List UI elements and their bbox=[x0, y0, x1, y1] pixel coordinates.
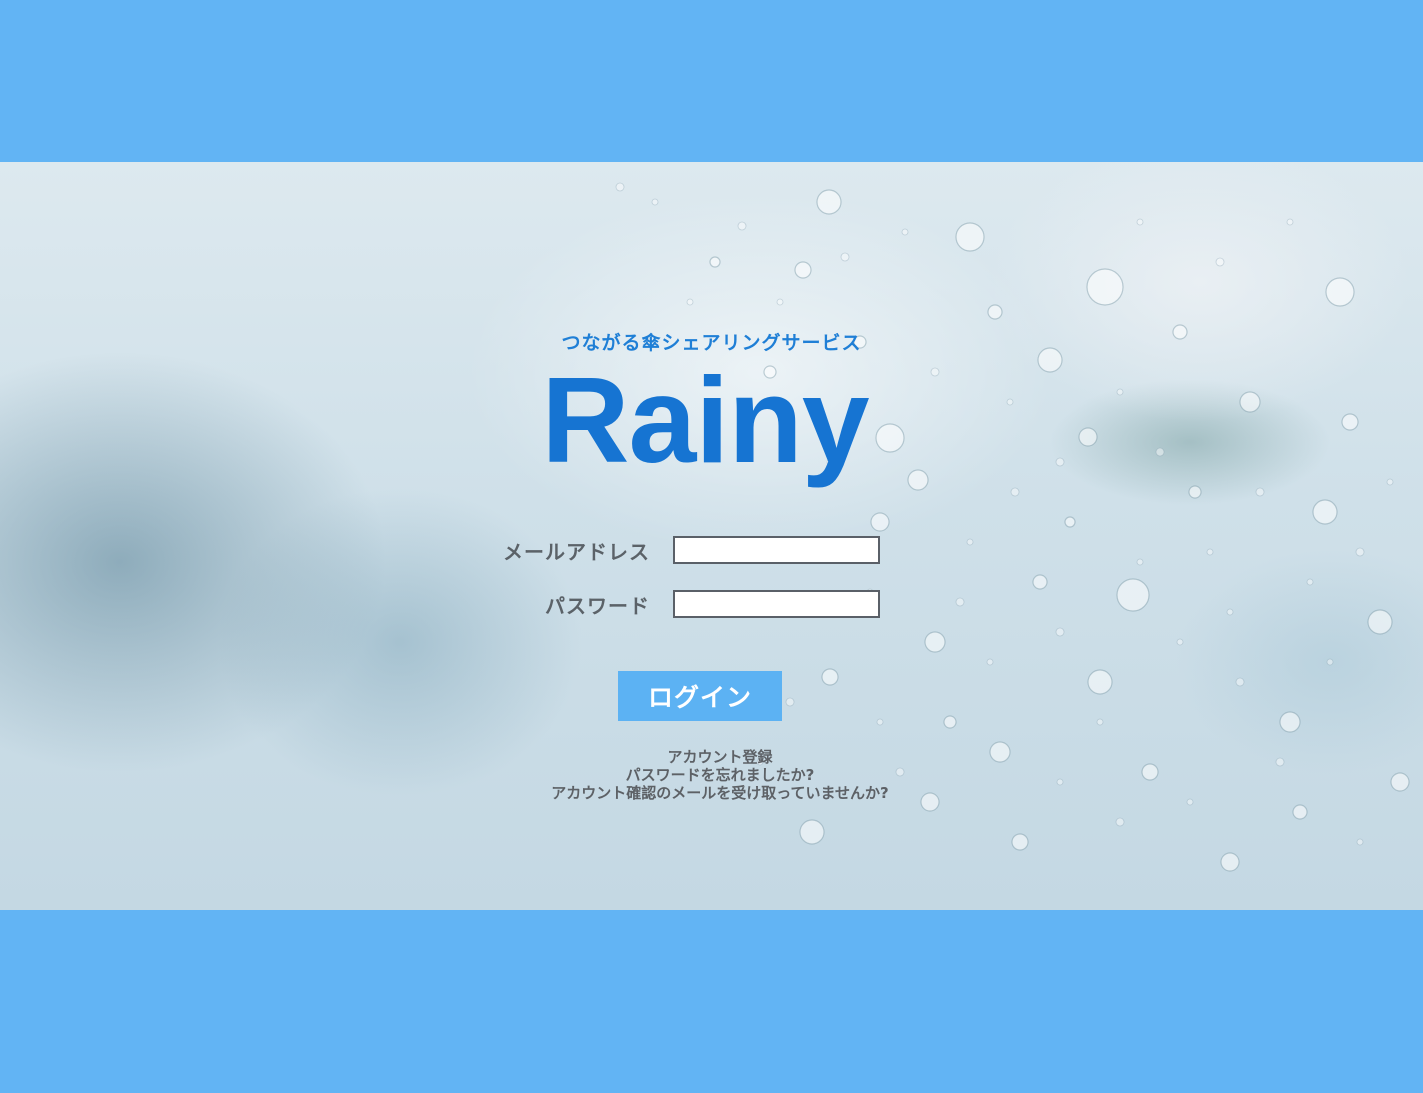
resend-confirmation-link[interactable]: アカウント確認のメールを受け取っていませんか? bbox=[0, 784, 1423, 802]
forgot-password-link[interactable]: パスワードを忘れましたか? bbox=[0, 766, 1423, 784]
app-logo: Rainy bbox=[541, 352, 869, 488]
password-label: パスワード bbox=[545, 594, 650, 618]
password-field[interactable] bbox=[673, 590, 880, 618]
login-button[interactable]: ログイン bbox=[618, 671, 782, 721]
register-account-link[interactable]: アカウント登録 bbox=[0, 748, 1423, 766]
bottom-band bbox=[0, 910, 1423, 1093]
email-field[interactable] bbox=[673, 536, 880, 564]
top-band bbox=[0, 0, 1423, 162]
hero-background: つながる傘シェアリングサービス Rainy メールアドレス パスワード ログイン… bbox=[0, 162, 1423, 910]
email-label: メールアドレス bbox=[503, 540, 650, 564]
account-links: アカウント登録 パスワードを忘れましたか? アカウント確認のメールを受け取ってい… bbox=[0, 748, 1423, 802]
login-panel: つながる傘シェアリングサービス Rainy メールアドレス パスワード ログイン… bbox=[0, 162, 1423, 910]
